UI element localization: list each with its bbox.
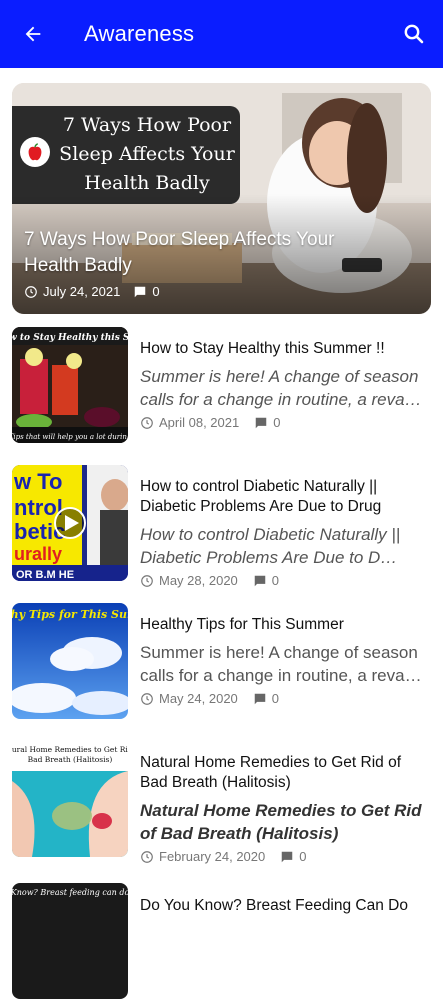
comment-count: 0 (299, 849, 307, 864)
svg-text:urally: urally (14, 544, 62, 564)
post-date: May 28, 2020 (159, 573, 238, 588)
post-thumbnail: How to Stay Healthy this Sum Tips that w… (12, 327, 128, 443)
post-excerpt: Natural Home Remedies to Get Rid of Bad … (140, 801, 422, 843)
svg-text:Bad Breath (Halitosis): Bad Breath (Halitosis) (28, 755, 113, 764)
svg-text:OR B.M HE: OR B.M HE (16, 569, 74, 581)
svg-text:lthy Tips for This Sum: lthy Tips for This Sum (12, 608, 128, 621)
featured-post-card[interactable]: 7 Ways How Poor Sleep Affects Your Healt… (12, 83, 431, 314)
post-title[interactable]: How to control Diabetic Naturally || Dia… (140, 477, 430, 517)
comment-count: 0 (271, 691, 280, 706)
list-item[interactable]: How to Stay Healthy this Sum Tips that w… (12, 327, 432, 443)
comment-count: 0 (152, 284, 160, 299)
search-button[interactable] (385, 0, 443, 68)
app-bar: Awareness (0, 0, 443, 68)
svg-text:w To: w To (13, 469, 62, 494)
post-date: February 24, 2020 (159, 849, 266, 864)
post-meta: February 24, 2020 0 (140, 849, 430, 864)
post-title[interactable]: How to Stay Healthy this Summer !! (140, 339, 430, 359)
comment-count: 0 (271, 573, 280, 588)
clock-icon (141, 416, 153, 429)
clock-icon (141, 692, 153, 705)
post-title[interactable]: Healthy Tips for This Summer (140, 615, 430, 635)
post-excerpt: Summer is here! A change of season calls… (140, 367, 422, 409)
image-banner-text: 7 Ways How Poor Sleep Affects Your Healt… (59, 114, 235, 194)
svg-text:Natural Home Remedies to Get R: Natural Home Remedies to Get Rid of (12, 745, 128, 754)
arrow-left-icon (25, 26, 41, 42)
post-title[interactable]: Natural Home Remedies to Get Rid of Bad … (140, 753, 430, 793)
svg-text:Know? Breast feeding can do: Know? Breast feeding can do (12, 888, 128, 897)
comment-icon (135, 286, 146, 297)
page-title: Awareness (84, 21, 195, 46)
apple-logo-icon (20, 137, 50, 167)
list-item[interactable]: Know? Breast feeding can do Do You Know?… (12, 883, 432, 999)
list-item[interactable]: Natural Home Remedies to Get Rid of Bad … (12, 741, 432, 864)
post-thumbnail: lthy Tips for This Sum (12, 603, 128, 719)
post-excerpt: How to control Diabetic Naturally || Dia… (140, 525, 401, 567)
back-button[interactable] (0, 0, 66, 68)
clock-icon (141, 850, 153, 863)
thumb-text: How to Stay Healthy this Sum (12, 333, 128, 343)
post-date: July 24, 2021 (43, 284, 121, 299)
post-date: May 24, 2020 (159, 691, 238, 706)
clock-icon (25, 285, 37, 298)
search-icon (404, 24, 424, 44)
comment-icon (281, 851, 293, 862)
post-title[interactable]: Do You Know? Breast Feeding Can Do (140, 896, 430, 916)
post-meta: May 28, 2020 0 (140, 573, 430, 588)
post-date: April 08, 2021 (159, 415, 240, 430)
clock-icon (141, 574, 153, 587)
featured-meta: July 24, 2021 0 (24, 284, 160, 299)
post-excerpt: Summer is here! A change of season calls… (140, 643, 422, 685)
list-item[interactable]: w To ntrol betic urally OR B.M HE How to… (12, 465, 432, 588)
post-meta: May 24, 2020 0 (140, 691, 430, 706)
comment-icon (255, 417, 267, 428)
comment-count: 0 (273, 415, 281, 430)
post-meta: April 08, 2021 0 (140, 415, 430, 430)
svg-text:Tips that will help you a lot: Tips that will help you a lot during (12, 433, 128, 441)
post-thumbnail: w To ntrol betic urally OR B.M HE (12, 465, 128, 581)
list-item[interactable]: lthy Tips for This Sum Healthy Tips for … (12, 603, 432, 719)
post-thumbnail: Natural Home Remedies to Get Rid of Bad … (12, 741, 128, 857)
comment-icon (254, 575, 266, 586)
post-thumbnail: Know? Breast feeding can do (12, 883, 128, 999)
comment-icon (254, 693, 266, 704)
featured-title[interactable]: 7 Ways How Poor Sleep Affects Your Healt… (24, 227, 384, 279)
